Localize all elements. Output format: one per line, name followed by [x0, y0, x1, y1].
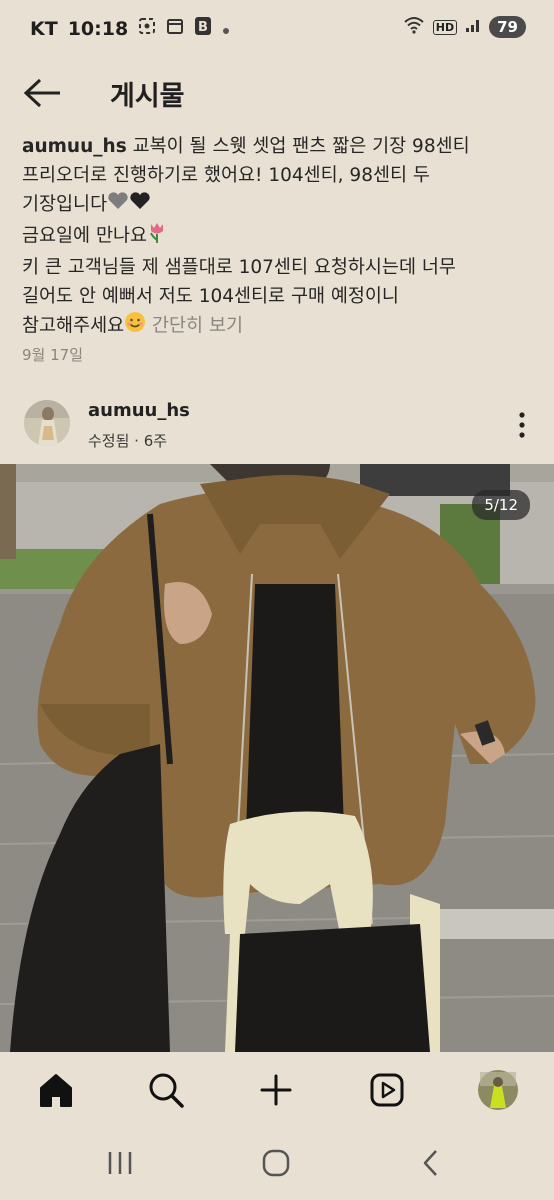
caption-line: 프리오더로 진행하기로 했어요! 104센티, 98센티 두: [22, 165, 430, 186]
back-system-button[interactable]: [412, 1146, 452, 1180]
home-system-button[interactable]: [256, 1146, 296, 1180]
more-options-button[interactable]: [516, 410, 528, 440]
grey-heart-emoji-icon: [107, 191, 129, 220]
notification-dot-icon: [222, 18, 230, 40]
carrier-label: KT: [30, 17, 58, 40]
black-heart-emoji-icon: [129, 191, 151, 220]
plus-icon: [260, 1074, 292, 1106]
nav-home[interactable]: [34, 1068, 78, 1112]
caption-line: 길어도 안 예뻐서 저도 104센티로 구매 예정이니: [22, 285, 399, 307]
status-bar: KT 10:18 B HD 79: [0, 0, 554, 56]
search-icon: [149, 1073, 184, 1108]
post-caption: aumuu_hs 교복이 될 스웻 셋업 팬츠 짧은 기장 98센티 프리오더로…: [22, 132, 537, 342]
post-photo[interactable]: 5/12: [0, 464, 554, 1052]
post-author[interactable]: aumuu_hs: [88, 400, 190, 421]
chevron-left-icon: [423, 1150, 437, 1176]
caption-line: 금요일에 만나요: [22, 225, 148, 246]
home-icon: [40, 1074, 72, 1107]
caption-username[interactable]: aumuu_hs: [22, 136, 127, 157]
photo-image: [0, 464, 554, 1052]
caption-line: 기장입니다: [22, 194, 108, 215]
back-arrow-icon: [23, 78, 60, 108]
show-less-link[interactable]: 간단히 보기: [146, 315, 243, 336]
status-left: KT 10:18 B: [30, 16, 230, 41]
bottom-navigation: [0, 1052, 554, 1128]
system-navigation-bar: [0, 1128, 554, 1200]
nav-profile[interactable]: [476, 1068, 520, 1112]
clock: 10:18: [67, 17, 129, 40]
page-title: 게시물: [110, 81, 185, 112]
recent-apps-button[interactable]: [100, 1146, 140, 1180]
nav-search[interactable]: [144, 1068, 188, 1112]
wifi-icon: [403, 16, 425, 38]
recent-apps-icon: [108, 1152, 132, 1174]
svg-text:B: B: [198, 20, 208, 35]
caption-line: 교복이 될 스웻 셋업 팬츠 짧은 기장 98센티: [126, 136, 470, 157]
photo-counter: 5/12: [472, 490, 530, 520]
b-app-icon: B: [194, 16, 212, 41]
nav-reels[interactable]: [365, 1068, 409, 1112]
calendar-icon: [166, 17, 184, 40]
post-header: aumuu_hs 수정됨 · 6주: [0, 390, 554, 460]
home-circle-icon: [262, 1149, 290, 1177]
network-label: HD: [432, 19, 458, 35]
post-date: 9월 17일: [22, 346, 83, 364]
signal-icon: [465, 17, 481, 37]
post-meta: 수정됨 · 6주: [88, 432, 168, 450]
tulip-emoji-icon: [147, 220, 167, 253]
screenshot-icon: [138, 17, 156, 40]
status-right: HD 79: [403, 16, 526, 38]
top-app-bar: 게시물: [0, 64, 554, 120]
back-button[interactable]: [22, 76, 66, 110]
smile-emoji-icon: [124, 311, 146, 342]
author-avatar[interactable]: [24, 400, 70, 446]
reels-icon: [370, 1073, 404, 1107]
caption-line: 키 큰 고객님들 제 샘플대로 107센티 요청하시는데 너무: [22, 256, 456, 278]
battery-indicator: 79: [489, 16, 526, 38]
caption-line: 참고해주세요: [22, 315, 125, 336]
nav-create[interactable]: [254, 1068, 298, 1112]
more-vertical-icon: [519, 412, 525, 438]
profile-avatar-icon: [478, 1070, 518, 1110]
